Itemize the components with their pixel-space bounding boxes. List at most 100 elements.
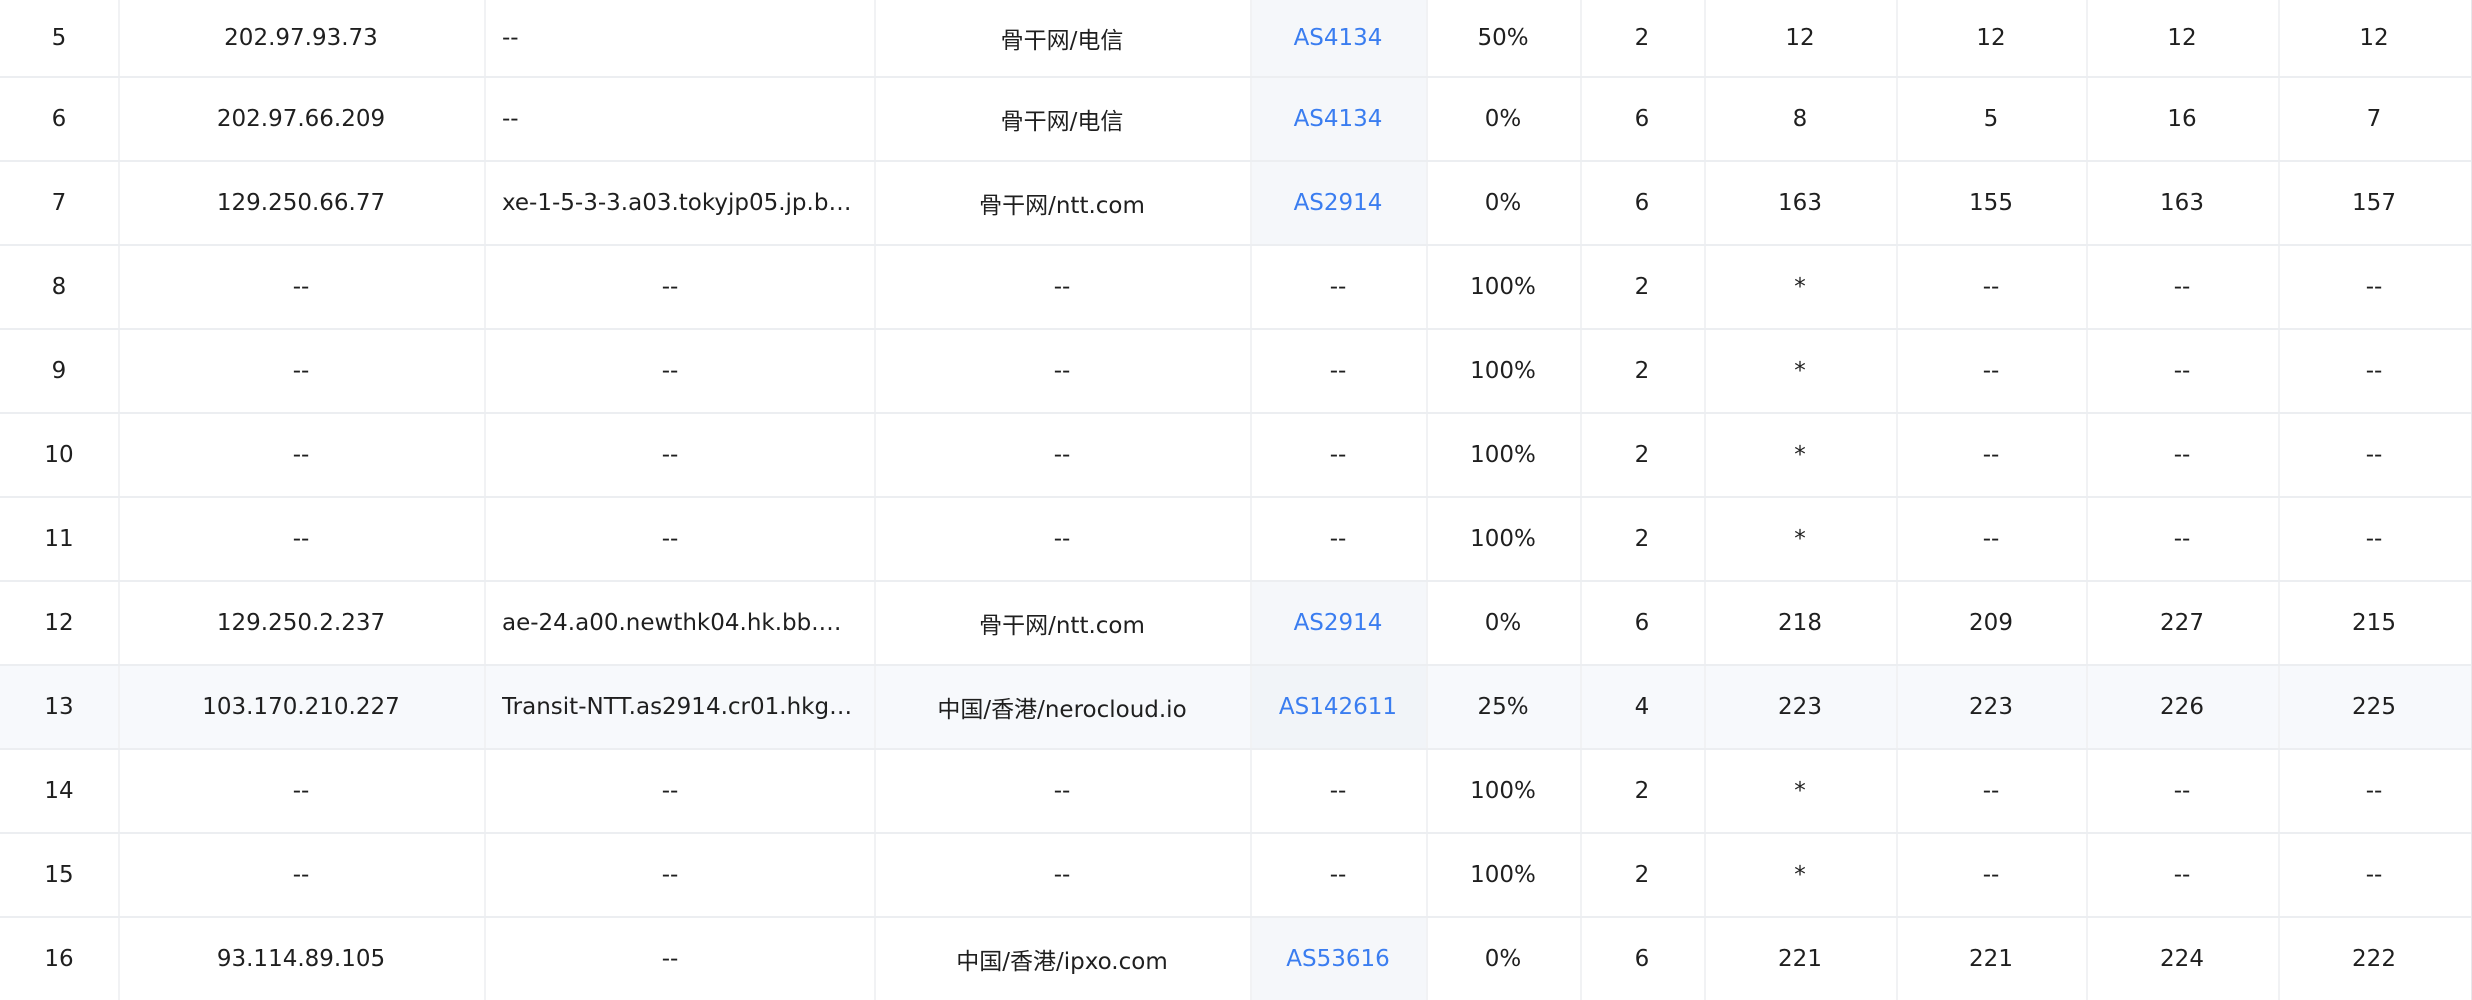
table-row: 5 202.97.93.73 -- 骨干网/电信 AS4134 50% 2 12… [0,0,2471,78]
sent-count: 2 [1580,750,1704,832]
asn-cell: -- [1250,414,1426,496]
ip-address: 129.250.2.237 [118,582,484,664]
loss-rate: 100% [1426,330,1580,412]
table-row-hovered: 13 103.170.210.227 Transit-NTT.as2914.cr… [0,666,2471,750]
location: 骨干网/电信 [874,78,1250,160]
avg-latency: -- [1896,750,2086,832]
last-latency: 163 [1704,162,1896,244]
ip-address: -- [118,834,484,916]
avg-latency: 223 [1896,666,2086,748]
asn-cell: AS4134 [1250,78,1426,160]
hop-number: 10 [44,442,74,468]
last-latency: * [1704,414,1896,496]
asn-link[interactable]: AS2914 [1294,610,1383,636]
hop-number: 7 [51,190,67,216]
hop-number: 9 [51,358,67,384]
asn-text: -- [1329,778,1347,804]
hostname: -- [484,330,874,412]
hostname-text: -- [661,358,679,384]
hostname: -- [484,498,874,580]
best-latency: 222 [2278,918,2470,1000]
hop-number: 14 [44,778,74,804]
asn-cell: -- [1250,750,1426,832]
avg-latency: 155 [1896,162,2086,244]
hop-number: 12 [44,610,74,636]
hop-number: 16 [44,946,74,972]
hostname-text: xe-1-5-3-3.a03.tokyjp05.jp.bb.gin.ntt.ne… [502,190,856,216]
location: -- [874,498,1250,580]
last-latency: 8 [1704,78,1896,160]
hostname: -- [484,414,874,496]
worst-latency: -- [2086,834,2278,916]
hostname-text: Transit-NTT.as2914.cr01.hkg.nerocloud.io [502,694,856,720]
hostname: xe-1-5-3-3.a03.tokyjp05.jp.bb.gin.ntt.ne… [484,162,874,244]
asn-cell: AS2914 [1250,162,1426,244]
loss-rate: 25% [1426,666,1580,748]
table-row: 7 129.250.66.77 xe-1-5-3-3.a03.tokyjp05.… [0,162,2471,246]
last-latency: * [1704,834,1896,916]
sent-count: 6 [1580,582,1704,664]
hop-number: 8 [51,274,67,300]
hop-number: 13 [44,694,74,720]
asn-link[interactable]: AS53616 [1286,946,1390,972]
avg-latency: -- [1896,246,2086,328]
hostname-text: -- [661,274,679,300]
best-latency: 215 [2278,582,2470,664]
last-latency: * [1704,330,1896,412]
hostname: ae-24.a00.newthk04.hk.bb.gin.ntt.net [484,582,874,664]
loss-rate: 0% [1426,162,1580,244]
asn-cell: -- [1250,498,1426,580]
location: 骨干网/ntt.com [874,162,1250,244]
last-latency: 221 [1704,918,1896,1000]
sent-count: 6 [1580,78,1704,160]
hop-number: 15 [44,862,74,888]
location: 中国/香港/ipxo.com [874,918,1250,1000]
avg-latency: -- [1896,498,2086,580]
asn-link[interactable]: AS2914 [1294,190,1383,216]
sent-count: 2 [1580,414,1704,496]
sent-count: 6 [1580,918,1704,1000]
asn-text: -- [1329,442,1347,468]
asn-cell: AS2914 [1250,582,1426,664]
sent-count: 2 [1580,834,1704,916]
last-latency: * [1704,246,1896,328]
loss-rate: 100% [1426,246,1580,328]
asn-cell: -- [1250,834,1426,916]
asn-link[interactable]: AS4134 [1294,25,1383,51]
worst-latency: 227 [2086,582,2278,664]
worst-latency: 12 [2086,0,2278,76]
loss-rate: 100% [1426,834,1580,916]
asn-text: -- [1329,274,1347,300]
hostname-text: ae-24.a00.newthk04.hk.bb.gin.ntt.net [502,610,856,636]
ip-address: 103.170.210.227 [118,666,484,748]
loss-rate: 100% [1426,414,1580,496]
worst-latency: -- [2086,498,2278,580]
hostname-text: -- [661,862,679,888]
ip-address: -- [118,750,484,832]
asn-cell: AS142611 [1250,666,1426,748]
worst-latency: 224 [2086,918,2278,1000]
location: -- [874,246,1250,328]
hostname-text: -- [502,25,519,51]
asn-cell: AS53616 [1250,918,1426,1000]
location: 骨干网/电信 [874,0,1250,76]
asn-link[interactable]: AS142611 [1279,694,1397,720]
asn-link[interactable]: AS4134 [1294,106,1383,132]
best-latency: -- [2278,834,2470,916]
sent-count: 2 [1580,246,1704,328]
table-row: 10 -- -- -- -- 100% 2 * -- -- -- [0,414,2471,498]
asn-cell: AS4134 [1250,0,1426,76]
worst-latency: -- [2086,246,2278,328]
loss-rate: 0% [1426,918,1580,1000]
best-latency: 7 [2278,78,2470,160]
last-latency: 12 [1704,0,1896,76]
asn-text: -- [1329,526,1347,552]
avg-latency: 221 [1896,918,2086,1000]
sent-count: 2 [1580,498,1704,580]
avg-latency: 12 [1896,0,2086,76]
hostname-text: -- [502,106,519,132]
hostname: -- [484,246,874,328]
hostname: Transit-NTT.as2914.cr01.hkg.nerocloud.io [484,666,874,748]
sent-count: 6 [1580,162,1704,244]
loss-rate: 100% [1426,498,1580,580]
